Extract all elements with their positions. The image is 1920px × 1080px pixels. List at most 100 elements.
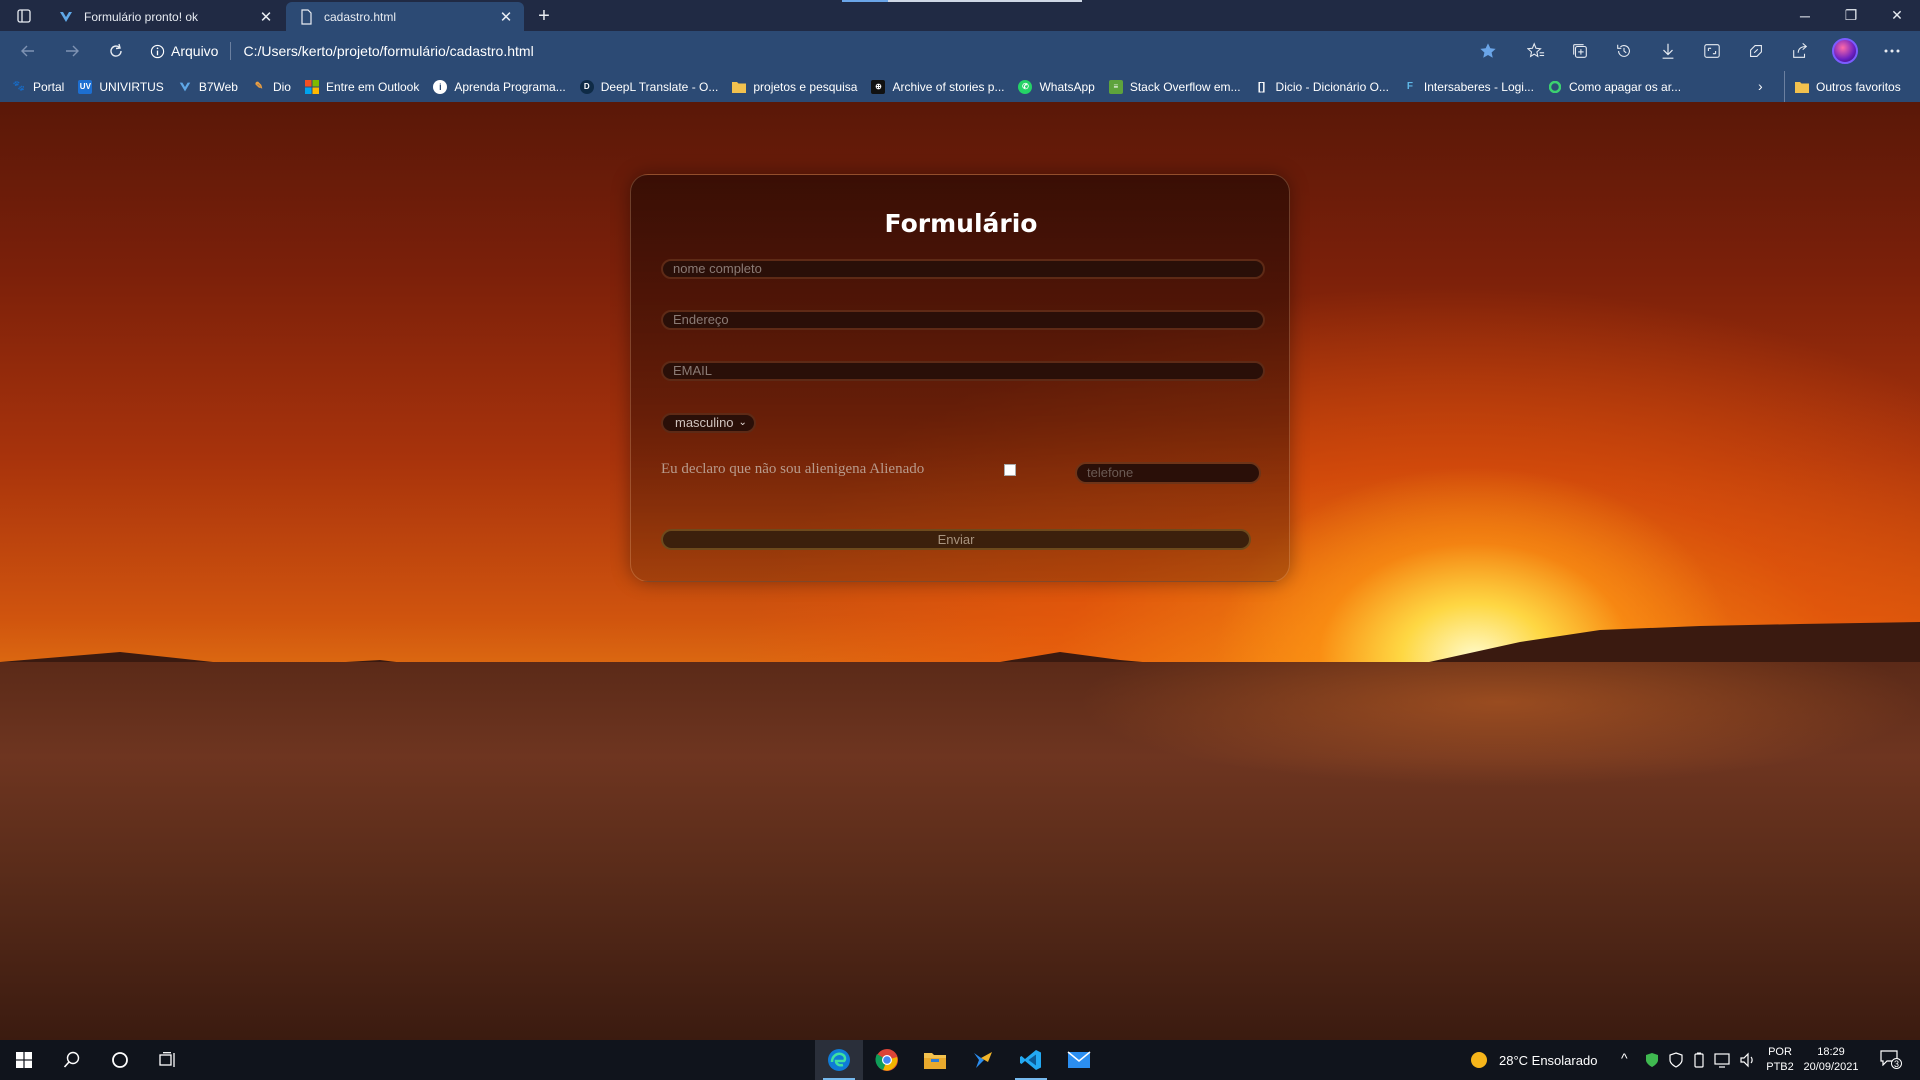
- cortana-icon[interactable]: [96, 1040, 144, 1080]
- address-input[interactable]: Endereço: [661, 310, 1265, 330]
- phone-input[interactable]: telefone: [1075, 462, 1261, 484]
- clock[interactable]: 18:29 20/09/2021: [1800, 1045, 1862, 1075]
- network-icon[interactable]: [1714, 1052, 1732, 1073]
- tab-cadastro[interactable]: cadastro.html ✕: [286, 2, 524, 31]
- notifications-icon[interactable]: 3: [1880, 1050, 1902, 1070]
- favorites-icon[interactable]: [1522, 39, 1550, 63]
- bookmark-intersaberes[interactable]: F Intersaberes - Logi...: [1403, 80, 1534, 94]
- deepl-icon: D: [579, 79, 594, 94]
- refresh-icon: [110, 43, 122, 57]
- close-window-button[interactable]: ✕: [1874, 0, 1920, 31]
- downloads-icon[interactable]: [1654, 39, 1682, 63]
- gender-select[interactable]: masculino ⌄: [661, 413, 756, 433]
- screenshot-icon[interactable]: [1698, 39, 1726, 63]
- chevron-up-icon[interactable]: ^: [1621, 1050, 1628, 1066]
- declaration-label: Eu declaro que não sou alienigena Aliena…: [661, 461, 925, 477]
- bookmark-label: Entre em Outlook: [325, 79, 420, 94]
- desert-ground: [0, 662, 1920, 1040]
- language-top: POR: [1768, 1046, 1792, 1058]
- site-info-label: Arquivo: [171, 43, 219, 59]
- url-text[interactable]: C:/Users/kerto/projeto/formulário/cadast…: [243, 43, 533, 59]
- shield-icon[interactable]: [1669, 1052, 1683, 1073]
- portal-icon: 🐾: [12, 81, 26, 92]
- tab-actions-icon[interactable]: [10, 4, 38, 28]
- bookmark-deepl[interactable]: D DeepL Translate - O...: [579, 79, 718, 94]
- bookmark-portal[interactable]: 🐾 Portal: [12, 79, 65, 94]
- other-favorites[interactable]: Outros favoritos: [1784, 71, 1901, 102]
- edge-taskbar-icon[interactable]: [815, 1040, 863, 1080]
- bookmark-label: UNIVIRTUS: [99, 79, 164, 94]
- chrome-taskbar-icon[interactable]: [863, 1040, 911, 1080]
- extensions-icon[interactable]: [1742, 39, 1770, 63]
- microsoft-icon: [304, 79, 319, 94]
- favorite-star-icon[interactable]: [1474, 39, 1502, 63]
- forward-button[interactable]: [58, 39, 86, 63]
- new-tab-button[interactable]: +: [532, 4, 556, 28]
- bookmark-projetos[interactable]: projetos e pesquisa: [732, 80, 857, 94]
- bookmark-whatsapp[interactable]: ✆ WhatsApp: [1018, 79, 1095, 94]
- weather-text[interactable]: 28°C Ensolarado: [1499, 1053, 1597, 1068]
- chevron-down-icon: ⌄: [738, 417, 747, 428]
- volume-icon[interactable]: [1740, 1052, 1758, 1073]
- notification-count: 3: [1891, 1058, 1902, 1069]
- file-icon: [301, 8, 312, 25]
- taskbar: 28°C Ensolarado ^ POR PTB2 18:29 20/09/2…: [0, 1040, 1920, 1080]
- bookmark-stackoverflow[interactable]: ≡ Stack Overflow em...: [1108, 79, 1241, 94]
- folder-icon: [732, 80, 747, 94]
- declaration-checkbox[interactable]: [1004, 464, 1016, 476]
- tab-formulario-pronto[interactable]: Formulário pronto! ok ✕: [46, 2, 284, 31]
- loading-indicator: [888, 0, 1082, 2]
- restore-button[interactable]: ❐: [1828, 0, 1874, 31]
- page-viewport: Formulário nome completo Endereço EMAIL …: [0, 102, 1920, 1040]
- b7web-icon: [178, 80, 192, 94]
- security-icon[interactable]: [1645, 1052, 1659, 1073]
- bookmark-univirtus[interactable]: UV UNIVIRTUS: [78, 79, 164, 94]
- profile-avatar[interactable]: [1832, 38, 1858, 64]
- bookmark-label: Intersaberes - Logi...: [1423, 79, 1534, 94]
- loading-indicator: [842, 0, 888, 2]
- close-tab-icon[interactable]: ✕: [498, 9, 514, 26]
- full-name-input[interactable]: nome completo: [661, 259, 1265, 279]
- info-icon: [150, 44, 165, 58]
- site-info-button[interactable]: Arquivo: [150, 42, 232, 60]
- email-input[interactable]: EMAIL: [661, 361, 1265, 381]
- task-view-icon[interactable]: [144, 1040, 192, 1080]
- submit-button[interactable]: Enviar: [661, 529, 1251, 550]
- collections-icon[interactable]: [1566, 39, 1594, 63]
- navigation-toolbar: Arquivo C:/Users/kerto/projeto/formulári…: [0, 31, 1920, 71]
- address-bar[interactable]: Arquivo C:/Users/kerto/projeto/formulári…: [150, 36, 1490, 66]
- bookmark-label: Portal: [33, 79, 65, 94]
- more-options-icon[interactable]: [1878, 39, 1906, 63]
- bookmark-archive[interactable]: ⊕ Archive of stories p...: [871, 79, 1004, 94]
- back-button[interactable]: [14, 39, 42, 63]
- chevron-right-icon[interactable]: ›: [1758, 78, 1763, 94]
- mail-taskbar-icon[interactable]: [1055, 1040, 1103, 1080]
- tab-bar: Formulário pronto! ok ✕ cadastro.html ✕ …: [0, 0, 1920, 31]
- file-explorer-taskbar-icon[interactable]: [911, 1040, 959, 1080]
- bookmark-label: WhatsApp: [1039, 79, 1095, 94]
- bookmark-dicio[interactable]: [] Dicio - Dicionário O...: [1255, 80, 1389, 94]
- bookmark-label: Como apagar os ar...: [1568, 79, 1682, 94]
- vscode-taskbar-icon[interactable]: [1007, 1040, 1055, 1080]
- bookmark-aprenda[interactable]: i Aprenda Programa...: [433, 79, 566, 94]
- bookmark-como-apagar[interactable]: Como apagar os ar...: [1548, 80, 1681, 94]
- close-tab-icon[interactable]: ✕: [258, 9, 274, 26]
- language-indicator[interactable]: POR PTB2: [1762, 1045, 1798, 1075]
- bookmark-dio[interactable]: ✎ Dio: [252, 80, 291, 94]
- bookmark-label: Stack Overflow em...: [1129, 79, 1241, 94]
- bookmark-b7web[interactable]: B7Web: [178, 80, 238, 94]
- bird-app-taskbar-icon[interactable]: [959, 1040, 1007, 1080]
- windows-start-icon[interactable]: [0, 1040, 48, 1080]
- dicio-icon: []: [1257, 80, 1266, 93]
- aprenda-icon: i: [433, 79, 448, 94]
- share-icon[interactable]: [1786, 39, 1814, 63]
- history-icon[interactable]: [1610, 39, 1638, 63]
- bookmarks-bar: 🐾 Portal UV UNIVIRTUS B7Web ✎ Dio Entre …: [0, 71, 1920, 102]
- minimize-button[interactable]: ─: [1782, 0, 1828, 31]
- refresh-button[interactable]: [102, 39, 130, 63]
- clock-time: 18:29: [1817, 1046, 1845, 1058]
- search-icon[interactable]: [48, 1040, 96, 1080]
- form-title: Formulário: [884, 209, 1038, 238]
- bookmark-outlook[interactable]: Entre em Outlook: [304, 79, 420, 94]
- battery-icon[interactable]: [1693, 1052, 1705, 1073]
